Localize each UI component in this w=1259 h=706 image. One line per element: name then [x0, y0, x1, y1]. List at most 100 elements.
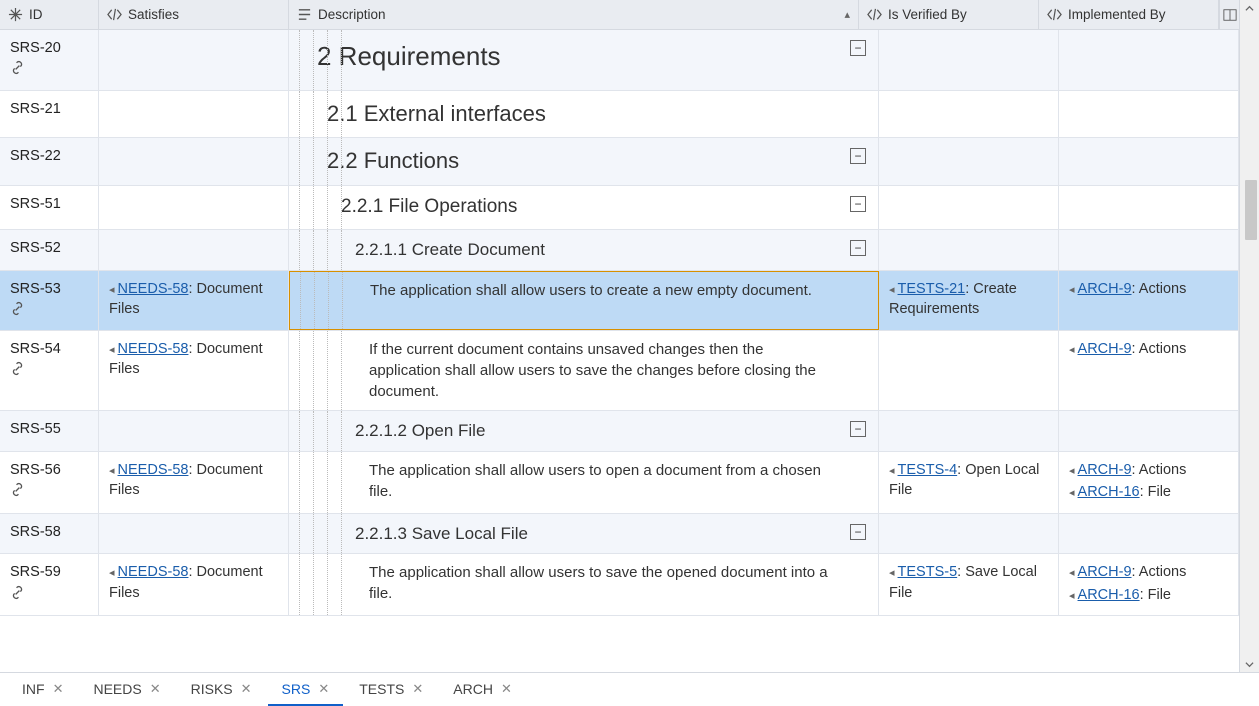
reference-link[interactable]: ARCH-9: [1078, 564, 1132, 580]
table-row[interactable]: SRS-202 Requirements−: [0, 30, 1239, 91]
link-icon: [10, 301, 25, 322]
description-text: 2.1 External interfaces: [299, 99, 868, 130]
cell-description[interactable]: 2.1 External interfaces: [289, 91, 879, 138]
column-chooser-button[interactable]: [1219, 0, 1239, 29]
cell-verified: [879, 411, 1059, 451]
row-id: SRS-52: [10, 238, 88, 258]
table-row[interactable]: SRS-222.2 Functions−: [0, 138, 1239, 186]
tab-label: RISKS: [191, 681, 233, 697]
close-icon[interactable]: ✕: [501, 681, 512, 697]
caret-left-icon: ◂: [889, 283, 895, 298]
collapse-toggle[interactable]: −: [850, 240, 866, 256]
reference-link[interactable]: ARCH-9: [1078, 281, 1132, 297]
tab-inf[interactable]: INF✕: [8, 673, 77, 706]
column-header-verified[interactable]: Is Verified By: [859, 0, 1039, 29]
description-text: 2.2.1.3 Save Local File: [299, 522, 868, 546]
column-header-description[interactable]: Description: [289, 0, 859, 29]
cell-verified: [879, 331, 1059, 410]
cell-satisfies: ◂NEEDS-58: Document Files: [99, 554, 289, 615]
cell-description[interactable]: If the current document contains unsaved…: [289, 331, 879, 410]
reference-link[interactable]: TESTS-21: [898, 281, 966, 297]
reference-link[interactable]: ARCH-16: [1078, 587, 1140, 603]
column-header-id[interactable]: ID: [0, 0, 99, 29]
description-text: 2 Requirements: [299, 38, 868, 74]
cell-implemented: [1059, 30, 1239, 90]
close-icon[interactable]: ✕: [412, 681, 423, 697]
cell-description[interactable]: The application shall allow users to cre…: [289, 271, 879, 331]
cell-verified: [879, 30, 1059, 90]
reference-link[interactable]: NEEDS-58: [118, 462, 189, 478]
cell-description[interactable]: 2.2.1.2 Open File−: [289, 411, 879, 451]
scroll-down-button[interactable]: [1240, 656, 1259, 672]
cell-implemented: ◂ARCH-9: Actions◂ARCH-16: File: [1059, 554, 1239, 615]
caret-left-icon: ◂: [889, 464, 895, 479]
column-header-satisfies[interactable]: Satisfies: [99, 0, 289, 29]
caret-left-icon: ◂: [109, 283, 115, 298]
cell-implemented: [1059, 514, 1239, 554]
cell-description[interactable]: 2 Requirements−: [289, 30, 879, 90]
column-header-label: Implemented By: [1068, 7, 1166, 22]
collapse-toggle[interactable]: −: [850, 40, 866, 56]
description-text: 2.2.1.2 Open File: [299, 419, 868, 443]
scroll-thumb[interactable]: [1245, 180, 1257, 240]
reference-link[interactable]: ARCH-9: [1078, 462, 1132, 478]
reference-text: : File: [1140, 587, 1171, 603]
close-icon[interactable]: ✕: [241, 681, 252, 697]
vertical-scrollbar[interactable]: [1239, 0, 1259, 672]
column-header-label: Satisfies: [128, 7, 179, 22]
reference-item: ◂ARCH-9: Actions: [1069, 339, 1228, 359]
tab-label: NEEDS: [93, 681, 141, 697]
cell-description[interactable]: 2.2.1.1 Create Document−: [289, 230, 879, 270]
tab-tests[interactable]: TESTS✕: [345, 673, 437, 706]
link-icon: [10, 60, 25, 81]
cell-description[interactable]: The application shall allow users to ope…: [289, 452, 879, 513]
reference-item: ◂TESTS-4: Open Local File: [889, 460, 1048, 501]
tab-srs[interactable]: SRS✕: [268, 673, 344, 706]
close-icon[interactable]: ✕: [53, 681, 64, 697]
reference-link[interactable]: ARCH-16: [1078, 484, 1140, 500]
collapse-toggle[interactable]: −: [850, 196, 866, 212]
table-row[interactable]: SRS-53◂NEEDS-58: Document FilesThe appli…: [0, 271, 1239, 332]
table-row[interactable]: SRS-59◂NEEDS-58: Document FilesThe appli…: [0, 554, 1239, 616]
close-icon[interactable]: ✕: [318, 681, 329, 697]
reference-link[interactable]: NEEDS-58: [118, 281, 189, 297]
table-row[interactable]: SRS-54◂NEEDS-58: Document FilesIf the cu…: [0, 331, 1239, 411]
collapse-toggle[interactable]: −: [850, 421, 866, 437]
description-text: 2.2 Functions: [299, 146, 868, 177]
reference-item: ◂ARCH-9: Actions: [1069, 562, 1228, 582]
tab-needs[interactable]: NEEDS ✕: [79, 673, 174, 706]
cell-satisfies: [99, 230, 289, 270]
reference-link[interactable]: NEEDS-58: [118, 341, 189, 357]
row-id: SRS-56: [10, 460, 88, 480]
table-row[interactable]: SRS-582.2.1.3 Save Local File−: [0, 514, 1239, 555]
tab-risks[interactable]: RISKS ✕: [177, 673, 266, 706]
cell-verified: [879, 186, 1059, 229]
tab-arch[interactable]: ARCH✕: [439, 673, 526, 706]
column-header-implemented[interactable]: Implemented By: [1039, 0, 1219, 29]
description-text: The application shall allow users to ope…: [299, 460, 868, 502]
collapse-toggle[interactable]: −: [850, 524, 866, 540]
description-text: 2.2.1 File Operations: [299, 194, 868, 221]
reference-link[interactable]: TESTS-4: [898, 462, 958, 478]
collapse-toggle[interactable]: −: [850, 148, 866, 164]
cell-id: SRS-54: [0, 331, 99, 410]
close-icon[interactable]: ✕: [150, 681, 161, 697]
reference-item: ◂ARCH-9: Actions: [1069, 460, 1228, 480]
reference-link[interactable]: TESTS-5: [898, 564, 958, 580]
table-row[interactable]: SRS-212.1 External interfaces: [0, 91, 1239, 139]
table-row[interactable]: SRS-51 2.2.1 File Operations−: [0, 186, 1239, 230]
table-row[interactable]: SRS-52 2.2.1.1 Create Document−: [0, 230, 1239, 271]
cell-description[interactable]: 2.2 Functions−: [289, 138, 879, 185]
cell-satisfies: ◂NEEDS-58: Document Files: [99, 331, 289, 410]
grid-body[interactable]: SRS-202 Requirements−SRS-212.1 External …: [0, 30, 1239, 672]
reference-item: ◂NEEDS-58: Document Files: [109, 562, 278, 603]
table-row[interactable]: SRS-552.2.1.2 Open File−: [0, 411, 1239, 452]
row-id: SRS-51: [10, 194, 88, 214]
scroll-up-button[interactable]: [1240, 0, 1259, 16]
cell-description[interactable]: 2.2.1 File Operations−: [289, 186, 879, 229]
reference-link[interactable]: NEEDS-58: [118, 564, 189, 580]
cell-description[interactable]: The application shall allow users to sav…: [289, 554, 879, 615]
table-row[interactable]: SRS-56◂NEEDS-58: Document FilesThe appli…: [0, 452, 1239, 514]
cell-description[interactable]: 2.2.1.3 Save Local File−: [289, 514, 879, 554]
reference-link[interactable]: ARCH-9: [1078, 341, 1132, 357]
